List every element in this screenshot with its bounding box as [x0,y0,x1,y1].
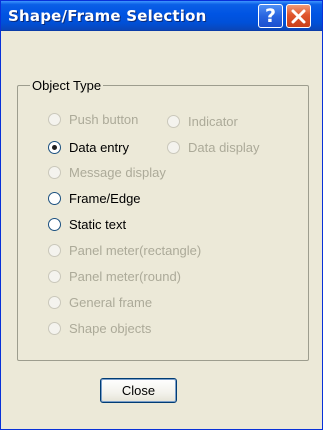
radio-label: Panel meter(rectangle) [69,242,202,258]
radio-circle [48,191,61,205]
radio-circle [48,321,61,335]
radio-label: Static text [69,216,127,232]
radio-panel-meter-round[interactable]: Panel meter(round) [48,267,181,285]
window-title: Shape/Frame Selection [8,7,207,25]
help-button[interactable]: ? [258,4,283,28]
radio-panel-meter-rectangle[interactable]: Panel meter(rectangle) [48,241,201,259]
radio-circle [48,243,61,257]
radio-circle [167,140,180,154]
radio-label: General frame [69,294,153,310]
radio-label: Frame/Edge [69,190,141,206]
radio-static-text[interactable]: Static text [48,215,126,233]
radio-label: Shape objects [69,320,152,336]
radio-circle [48,295,61,309]
close-window-button[interactable] [286,4,311,28]
radio-indicator[interactable]: Indicator [167,112,238,130]
radio-message-display[interactable]: Message display [48,163,166,181]
close-button-label: Close [121,383,156,398]
radio-circle [48,217,61,231]
radio-label: Data display [188,139,260,155]
radio-label: Panel meter(round) [69,268,181,284]
question-mark-icon: ? [264,5,277,27]
object-type-group-title: Object Type [30,78,104,93]
close-x-icon [291,9,306,23]
radio-circle [48,269,61,283]
radio-frame-edge[interactable]: Frame/Edge [48,189,141,207]
radio-label: Data entry [69,139,129,155]
dialog-window: Shape/Frame Selection ? Object Type Push… [0,0,323,430]
close-button[interactable]: Close [100,378,177,403]
radio-circle [48,140,61,154]
title-bar[interactable]: Shape/Frame Selection ? [1,1,322,31]
radio-label: Message display [69,164,166,180]
radio-data-display[interactable]: Data display [167,138,260,156]
radio-push-button[interactable]: Push button [48,110,138,128]
radio-data-entry[interactable]: Data entry [48,138,129,156]
radio-circle [48,165,61,179]
radio-label: Push button [69,111,139,127]
radio-circle [167,114,180,128]
radio-circle [48,112,61,126]
radio-shape-objects[interactable]: Shape objects [48,319,151,337]
radio-label: Indicator [188,113,238,129]
radio-general-frame[interactable]: General frame [48,293,152,311]
